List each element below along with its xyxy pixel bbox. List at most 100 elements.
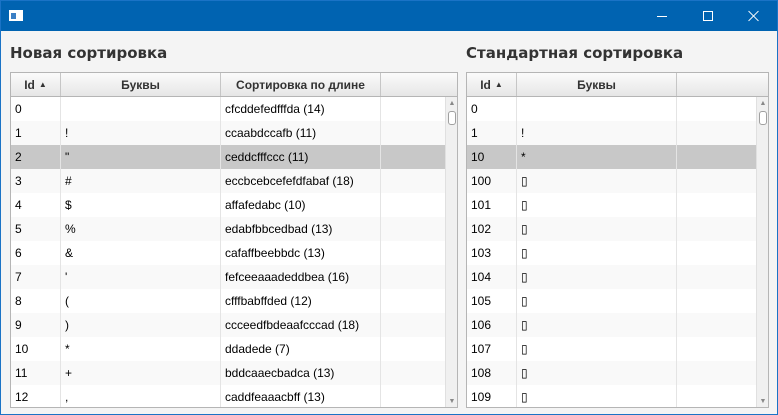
maximize-button[interactable] bbox=[685, 1, 731, 31]
table-row[interactable]: 0 cfcddefedfffda (14) bbox=[11, 97, 445, 121]
cell-id: 103 bbox=[467, 241, 517, 265]
table-body: 0 1! 10 * 100 ▯ 101 ▯ 102 ▯ 103 ▯ 104 ▯ 105 ▯ 106 ▯ 107 ▯ 10… bbox=[467, 97, 756, 407]
table-row[interactable]: 101 ▯ bbox=[467, 193, 756, 217]
cell-sorted-by-length: affafedabc (10) bbox=[221, 193, 381, 217]
cell-sorted-by-length: cafaffbeebbdc (13) bbox=[221, 241, 381, 265]
cell-letter: ) bbox=[61, 313, 221, 337]
cell-filler bbox=[677, 241, 756, 265]
cell-id: 104 bbox=[467, 265, 517, 289]
cell-id: 2 bbox=[11, 145, 61, 169]
close-button[interactable] bbox=[731, 1, 777, 31]
vertical-scrollbar[interactable]: ▲ ▼ bbox=[756, 97, 768, 407]
vertical-scrollbar[interactable]: ▲ ▼ bbox=[445, 97, 457, 407]
cell-letter: ▯ bbox=[517, 169, 677, 193]
table-row[interactable]: 1! bbox=[467, 121, 756, 145]
column-header-filler bbox=[677, 73, 768, 96]
cell-letter: ! bbox=[61, 121, 221, 145]
cell-letter: ▯ bbox=[517, 385, 677, 407]
table-row[interactable]: 100 ▯ bbox=[467, 169, 756, 193]
minimize-button[interactable] bbox=[639, 1, 685, 31]
cell-id: 109 bbox=[467, 385, 517, 407]
cell-letter: ( bbox=[61, 289, 221, 313]
cell-sorted-by-length: ccaabdccafb (11) bbox=[221, 121, 381, 145]
cell-letter: * bbox=[61, 337, 221, 361]
cell-id: 9 bbox=[11, 313, 61, 337]
cell-sorted-by-length: ccceedfbdeaafcccad (18) bbox=[221, 313, 381, 337]
table-row[interactable]: 5% edabfbbcedbad (13) bbox=[11, 217, 445, 241]
table-row[interactable]: 103 ▯ bbox=[467, 241, 756, 265]
table-row[interactable]: 7 ' fefceeaaadeddbea (16) bbox=[11, 265, 445, 289]
cell-letter: ▯ bbox=[517, 241, 677, 265]
table-row[interactable]: 102 ▯ bbox=[467, 217, 756, 241]
standard-sort-table[interactable]: Id ▲ Буквы 0 1! 10 * 100 ▯ 101 ▯ 102 ▯ 103 ▯ 104 ▯ 105… bbox=[466, 72, 769, 408]
table-row[interactable]: 3 # eccbcebcefefdfabaf (18) bbox=[11, 169, 445, 193]
cell-id: 105 bbox=[467, 289, 517, 313]
table-row[interactable]: 9) ccceedfbdeaafcccad (18) bbox=[11, 313, 445, 337]
table-row-selected[interactable]: 10 * bbox=[467, 145, 756, 169]
cell-filler bbox=[381, 145, 445, 169]
cell-sorted-by-length: eccbcebcefefdfabaf (18) bbox=[221, 169, 381, 193]
table-row[interactable]: 10 * ddadede (7) bbox=[11, 337, 445, 361]
scroll-down-icon[interactable]: ▼ bbox=[757, 395, 768, 407]
cell-filler bbox=[677, 361, 756, 385]
cell-filler bbox=[677, 289, 756, 313]
table-row[interactable]: 1! ccaabdccafb (11) bbox=[11, 121, 445, 145]
table-row[interactable]: 11 + bddcaaecbadca (13) bbox=[11, 361, 445, 385]
cell-filler bbox=[677, 385, 756, 407]
table-row[interactable]: 0 bbox=[467, 97, 756, 121]
column-header-id[interactable]: Id ▲ bbox=[467, 73, 517, 96]
cell-filler bbox=[381, 289, 445, 313]
table-row[interactable]: 8(cfffbabffded (12) bbox=[11, 289, 445, 313]
column-header-letters[interactable]: Буквы bbox=[61, 73, 221, 96]
column-header-letters[interactable]: Буквы bbox=[517, 73, 677, 96]
cell-letter: & bbox=[61, 241, 221, 265]
cell-filler bbox=[381, 217, 445, 241]
table-row[interactable]: 6 & cafaffbeebbdc (13) bbox=[11, 241, 445, 265]
cell-letter: ▯ bbox=[517, 217, 677, 241]
scroll-up-icon[interactable]: ▲ bbox=[757, 97, 768, 109]
title-bar[interactable] bbox=[1, 1, 777, 31]
new-sort-table[interactable]: Id ▲ Буквы Сортировка по длине 0 cfcddefe… bbox=[10, 72, 458, 408]
scroll-thumb[interactable] bbox=[759, 111, 767, 125]
cell-letter: ▯ bbox=[517, 265, 677, 289]
table-row[interactable]: 12, caddfeaaacbff (13) bbox=[11, 385, 445, 407]
cell-filler bbox=[381, 313, 445, 337]
scroll-down-icon[interactable]: ▼ bbox=[446, 395, 457, 407]
table-row[interactable]: 106 ▯ bbox=[467, 313, 756, 337]
table-body: 0 cfcddefedfffda (14) 1! ccaabdccafb (11) 2 "… bbox=[11, 97, 445, 407]
column-header-by-length-label: Сортировка по длине bbox=[236, 77, 365, 92]
cell-filler bbox=[381, 385, 445, 407]
close-icon bbox=[748, 10, 760, 22]
scroll-thumb[interactable] bbox=[448, 111, 456, 125]
table-row[interactable]: 109 ▯ bbox=[467, 385, 756, 407]
cell-sorted-by-length: fefceeaaadeddbea (16) bbox=[221, 265, 381, 289]
cell-sorted-by-length: ddadede (7) bbox=[221, 337, 381, 361]
cell-sorted-by-length: cfcddefedfffda (14) bbox=[221, 97, 381, 121]
column-header-id[interactable]: Id ▲ bbox=[11, 73, 61, 96]
cell-filler bbox=[381, 121, 445, 145]
cell-filler bbox=[677, 217, 756, 241]
column-header-letters-label: Буквы bbox=[121, 77, 160, 92]
cell-letter: $ bbox=[61, 193, 221, 217]
cell-filler bbox=[381, 97, 445, 121]
cell-sorted-by-length: cfffbabffded (12) bbox=[221, 289, 381, 313]
column-header-by-length[interactable]: Сортировка по длине bbox=[221, 73, 381, 96]
table-row-selected[interactable]: 2 " ceddcfffccc (11) bbox=[11, 145, 445, 169]
cell-sorted-by-length: bddcaaecbadca (13) bbox=[221, 361, 381, 385]
table-row[interactable]: 107 ▯ bbox=[467, 337, 756, 361]
table-row[interactable]: 4 $ affafedabc (10) bbox=[11, 193, 445, 217]
cell-filler bbox=[381, 265, 445, 289]
cell-id: 10 bbox=[11, 337, 61, 361]
cell-sorted-by-length: caddfeaaacbff (13) bbox=[221, 385, 381, 407]
column-header-filler bbox=[381, 73, 457, 96]
scroll-up-icon[interactable]: ▲ bbox=[446, 97, 457, 109]
cell-id: 1 bbox=[467, 121, 517, 145]
cell-letter: ▯ bbox=[517, 313, 677, 337]
table-row[interactable]: 105 ▯ bbox=[467, 289, 756, 313]
cell-sorted-by-length: edabfbbcedbad (13) bbox=[221, 217, 381, 241]
table-row[interactable]: 108 ▯ bbox=[467, 361, 756, 385]
cell-filler bbox=[677, 121, 756, 145]
table-row[interactable]: 104 ▯ bbox=[467, 265, 756, 289]
cell-sorted-by-length: ceddcfffccc (11) bbox=[221, 145, 381, 169]
cell-id: 106 bbox=[467, 313, 517, 337]
